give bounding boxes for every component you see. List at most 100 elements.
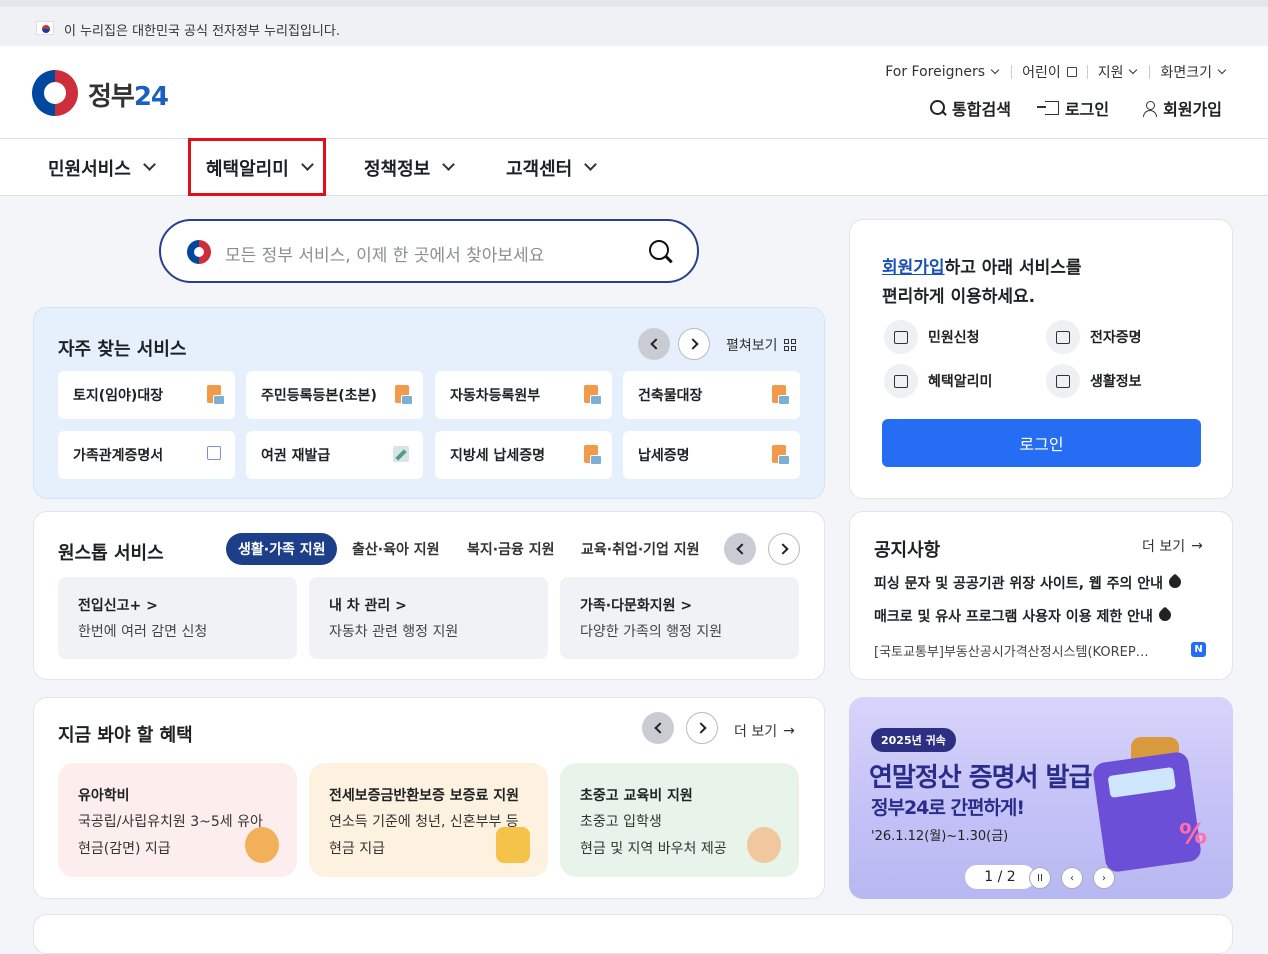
util-font-size[interactable]: 화면크기	[1160, 62, 1228, 82]
util-kids[interactable]: 어린이	[1022, 62, 1077, 82]
document-icon	[395, 385, 413, 405]
arrow-right-icon: →	[1191, 538, 1203, 554]
chevron-right-icon	[686, 338, 699, 350]
prev-button[interactable]	[642, 712, 674, 744]
student-illustration-icon	[747, 827, 781, 863]
pin-icon	[1166, 573, 1184, 591]
chevron-down-icon	[990, 65, 1000, 75]
benefit-card-deposit-guarantee[interactable]: 전세보증금반환보증 보증료 지원 연소득 기준에 청년, 신혼부부 등 현금 지…	[309, 763, 548, 877]
nav-civil-service[interactable]: 민원서비스	[48, 139, 156, 196]
chevron-down-icon	[1217, 65, 1227, 75]
service-vehicle-register[interactable]: 자동차등록원부	[435, 371, 612, 419]
mail-icon	[884, 320, 918, 354]
onestop-card-family[interactable]: 가족·다문화지원 > 다양한 가족의 행정 지원	[560, 577, 799, 659]
document-icon	[772, 385, 790, 405]
taegeuk-emblem-icon	[187, 240, 211, 264]
login-button[interactable]: 로그인	[882, 419, 1201, 467]
user-add-icon	[1143, 101, 1158, 117]
next-button[interactable]	[686, 712, 718, 744]
taegeuk-emblem-icon	[32, 70, 78, 116]
bottom-panel	[33, 914, 1233, 954]
service-building-register[interactable]: 건축물대장	[623, 371, 800, 419]
notice-title: 공지사항	[874, 540, 941, 561]
service-resident-register[interactable]: 주민등록등본(초본)	[246, 371, 423, 419]
notice-more-link[interactable]: 더 보기 →	[1142, 536, 1203, 556]
login-link[interactable]: 로그인	[1036, 96, 1109, 120]
chevron-left-icon	[735, 543, 748, 555]
chevron-right-icon: >	[680, 598, 693, 614]
discount-tag-icon	[496, 827, 530, 863]
onestop-card-move-in[interactable]: 전입신고+ > 한번에 여러 감면 신청	[58, 577, 297, 659]
quick-e-certificate[interactable]: 전자증명	[1046, 320, 1142, 354]
main-search-input[interactable]: 모든 정부 서비스, 이제 한 곳에서 찾아보세요	[159, 219, 699, 283]
notice-panel: 공지사항 더 보기 → 피싱 문자 및 공공기관 위장 사이트, 웹 주의 안내 …	[849, 511, 1233, 680]
search-icon[interactable]	[649, 240, 671, 262]
signup-inline-link[interactable]: 회원가입	[882, 258, 945, 278]
chevron-down-icon	[1129, 65, 1138, 75]
notice-item[interactable]: 피싱 문자 및 공공기관 위장 사이트, 웹 주의 안내	[874, 573, 1184, 593]
integrated-search-button[interactable]: 통합검색	[930, 96, 1011, 120]
notice-item[interactable]: 매크로 및 유사 프로그램 사용자 이용 제한 안내	[874, 606, 1174, 626]
chevron-right-icon: >	[395, 598, 407, 614]
util-for-foreigners[interactable]: For Foreigners	[885, 64, 1001, 80]
child-illustration-icon	[245, 827, 279, 863]
tab-life-family[interactable]: 생활·가족 지원	[226, 533, 338, 565]
document-icon	[772, 445, 790, 465]
tab-birth-childcare[interactable]: 출산·육아 지원	[352, 533, 439, 565]
benefit-card-kindergarten[interactable]: 유아학비 국공립/사립유치원 3~5세 유아 현금(감면) 지급	[58, 763, 297, 877]
promo-headline: 연말정산 증명서 발급	[869, 763, 1092, 793]
arrow-right-icon: →	[783, 723, 795, 739]
chevron-down-icon	[442, 158, 456, 171]
grid-icon	[783, 339, 796, 351]
external-link-icon	[1066, 67, 1077, 77]
gov-official-banner: 이 누리집은 대한민국 공식 전자정부 누리집입니다.	[0, 0, 1268, 46]
service-passport-reissue[interactable]: 여권 재발급	[246, 431, 423, 479]
banner-next-button[interactable]: ›	[1093, 867, 1115, 889]
prev-button[interactable]	[724, 533, 756, 565]
member-message-2: 편리하게 이용하세요.	[882, 287, 1036, 307]
login-icon	[1036, 101, 1059, 115]
prev-button[interactable]	[638, 328, 670, 360]
onestop-title: 원스톱 서비스	[58, 543, 164, 564]
promo-banner[interactable]: 2025년 귀속 연말정산 증명서 발급 정부24로 간편하게! '26.1.1…	[849, 697, 1233, 899]
service-land-register[interactable]: 토지(임야)대장	[58, 371, 235, 419]
quick-civil-application[interactable]: 민원신청	[884, 320, 980, 354]
document-icon	[584, 385, 602, 405]
chevron-right-icon	[694, 722, 707, 734]
pause-button[interactable]: II	[1029, 867, 1051, 889]
site-header: 정부24 For Foreigners 어린이 지원 화면크기 통합검색 로그인…	[0, 46, 1268, 139]
expand-all-link[interactable]: 펼쳐보기	[726, 335, 796, 355]
gov-official-text: 이 누리집은 대한민국 공식 전자정부 누리집입니다.	[64, 24, 340, 39]
gov24-logo[interactable]: 정부24	[32, 70, 182, 116]
service-tax-certificate[interactable]: 납세증명	[623, 431, 800, 479]
edit-icon	[393, 446, 409, 462]
search-placeholder: 모든 정부 서비스, 이제 한 곳에서 찾아보세요	[225, 246, 545, 266]
benefits-title: 지금 봐야 할 혜택	[58, 725, 193, 746]
signup-link[interactable]: 회원가입	[1143, 96, 1222, 120]
quick-life-info[interactable]: 생활정보	[1046, 364, 1142, 398]
gift-icon	[884, 364, 918, 398]
member-message-1: 하고 아래 서비스를	[944, 258, 1082, 278]
service-local-tax-certificate[interactable]: 지방세 납세증명	[435, 431, 612, 479]
service-family-certificate[interactable]: 가족관계증명서	[58, 431, 235, 479]
tab-education-job[interactable]: 교육·취업·기업 지원	[581, 533, 700, 565]
nav-policy-info[interactable]: 정책정보	[364, 139, 456, 196]
external-link-icon	[207, 446, 221, 460]
next-button[interactable]	[768, 533, 800, 565]
onestop-card-my-car[interactable]: 내 차 관리 > 자동차 관련 행정 지원	[309, 577, 548, 659]
quick-benefit-alert[interactable]: 혜택알리미	[884, 364, 992, 398]
benefits-more-link[interactable]: 더 보기 →	[734, 721, 795, 741]
banner-prev-button[interactable]: ‹	[1061, 867, 1083, 889]
notice-item-latest[interactable]: [국토교통부]부동산공시가격산정시스템(KOREP…	[874, 641, 1149, 660]
nav-customer-center[interactable]: 고객센터	[506, 139, 598, 196]
chevron-down-icon	[142, 158, 156, 171]
util-support[interactable]: 지원	[1098, 62, 1140, 82]
pin-icon	[1156, 606, 1174, 624]
benefit-card-education[interactable]: 초중고 교육비 지원 초중고 입학생 현금 및 지역 바우처 제공	[560, 763, 799, 877]
tab-welfare-finance[interactable]: 복지·금융 지원	[467, 533, 554, 565]
frequent-services-panel: 자주 찾는 서비스 펼쳐보기 토지(임야)대장 주민등록등본(초본) 자동차등록…	[33, 307, 825, 499]
header-actions: 통합검색 로그인 회원가입	[930, 96, 1222, 120]
highlight-box	[188, 138, 326, 196]
next-button[interactable]	[678, 328, 710, 360]
chevron-right-icon	[776, 543, 789, 555]
